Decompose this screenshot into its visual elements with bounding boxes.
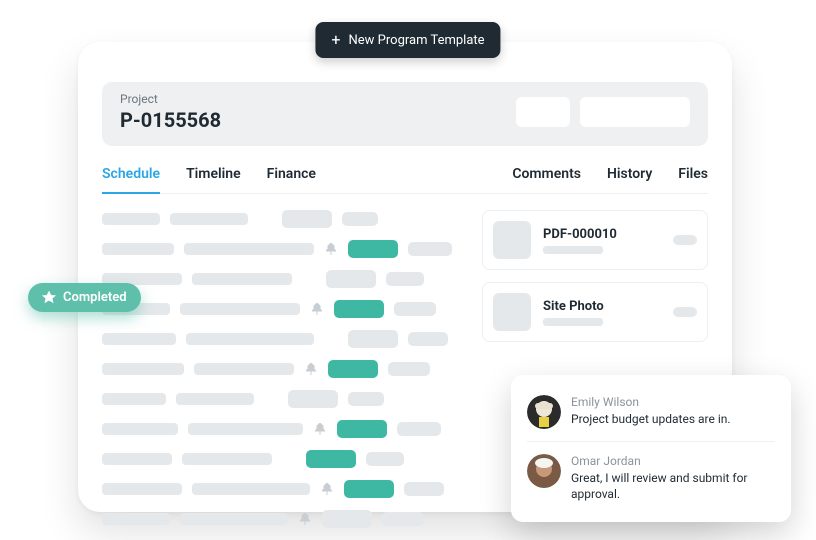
pin-icon — [298, 513, 312, 525]
cell — [186, 333, 314, 345]
cell — [102, 333, 176, 345]
status-pill — [348, 240, 398, 258]
cell — [102, 453, 172, 465]
cell — [386, 272, 424, 286]
status-pill — [326, 270, 376, 288]
pin-icon — [304, 363, 318, 375]
cell — [102, 213, 160, 225]
comment-author: Emily Wilson — [571, 395, 731, 409]
file-thumbnail — [493, 293, 531, 331]
project-id: P-0155568 — [120, 108, 221, 132]
avatar — [527, 395, 561, 429]
cell — [180, 513, 288, 525]
cell — [192, 483, 310, 495]
cell — [342, 212, 378, 226]
file-subtitle — [543, 246, 603, 254]
table-row[interactable] — [102, 510, 460, 528]
completed-badge[interactable]: Completed — [28, 283, 141, 312]
project-header: Project P-0155568 — [102, 82, 708, 146]
cell — [382, 512, 424, 526]
tab-comments[interactable]: Comments — [512, 166, 581, 193]
table-row[interactable] — [102, 420, 460, 438]
new-program-button[interactable]: + New Program Template — [315, 22, 500, 58]
table-row[interactable] — [102, 480, 460, 498]
cell — [194, 363, 294, 375]
file-card[interactable]: PDF-000010 — [482, 210, 708, 270]
file-meta — [673, 235, 697, 245]
cell — [182, 453, 272, 465]
comments-panel: Emily Wilson Project budget updates are … — [511, 375, 791, 522]
table-row[interactable] — [102, 390, 460, 408]
cell — [176, 393, 254, 405]
cell — [188, 423, 303, 435]
cell — [180, 303, 300, 315]
cell — [170, 213, 248, 225]
completed-label: Completed — [63, 290, 127, 305]
header-button-1[interactable] — [516, 97, 570, 127]
table-row[interactable] — [102, 300, 460, 318]
file-thumbnail — [493, 221, 531, 259]
tab-files[interactable]: Files — [678, 166, 708, 193]
new-program-label: New Program Template — [349, 33, 485, 48]
schedule-table — [102, 210, 460, 540]
pin-icon — [320, 483, 334, 495]
file-subtitle — [543, 318, 603, 326]
pin-icon — [310, 303, 324, 315]
cell — [184, 243, 314, 255]
cell — [408, 242, 452, 256]
cell — [366, 452, 404, 466]
cell — [102, 393, 166, 405]
table-row[interactable] — [102, 240, 460, 258]
avatar — [527, 454, 561, 488]
status-pill — [282, 210, 332, 228]
cell — [102, 513, 170, 525]
tab-history[interactable]: History — [607, 166, 652, 193]
cell — [408, 332, 448, 346]
comment-item[interactable]: Omar Jordan Great, I will review and sub… — [527, 441, 775, 508]
file-meta — [673, 307, 697, 317]
project-label: Project — [120, 92, 221, 106]
cell — [404, 482, 444, 496]
file-card[interactable]: Site Photo — [482, 282, 708, 342]
table-row[interactable] — [102, 330, 460, 348]
status-pill — [322, 510, 372, 528]
status-pill — [337, 420, 387, 438]
pin-icon — [42, 291, 56, 305]
tab-timeline[interactable]: Timeline — [186, 166, 241, 193]
cell — [102, 363, 184, 375]
cell — [102, 423, 178, 435]
table-row[interactable] — [102, 270, 460, 288]
file-title: PDF-000010 — [543, 227, 661, 242]
cell — [348, 392, 384, 406]
cell — [102, 483, 182, 495]
cell — [388, 362, 430, 376]
status-pill — [288, 390, 338, 408]
table-row[interactable] — [102, 450, 460, 468]
pin-icon — [313, 423, 327, 435]
cell — [192, 273, 292, 285]
status-pill — [344, 480, 394, 498]
status-pill — [306, 450, 356, 468]
comment-message: Project budget updates are in. — [571, 411, 731, 427]
cell — [397, 422, 441, 436]
table-row[interactable] — [102, 210, 460, 228]
cell — [394, 302, 436, 316]
status-pill — [328, 360, 378, 378]
comment-item[interactable]: Emily Wilson Project budget updates are … — [527, 389, 775, 435]
plus-icon: + — [331, 32, 340, 48]
table-row[interactable] — [102, 360, 460, 378]
status-pill — [348, 330, 398, 348]
status-pill — [334, 300, 384, 318]
tab-schedule[interactable]: Schedule — [102, 166, 160, 194]
cell — [102, 243, 174, 255]
header-button-2[interactable] — [580, 97, 690, 127]
comment-message: Great, I will review and submit for appr… — [571, 470, 775, 502]
tabs-row: Schedule Timeline Finance Comments Histo… — [102, 166, 708, 194]
file-title: Site Photo — [543, 299, 661, 314]
tab-finance[interactable]: Finance — [267, 166, 316, 193]
pin-icon — [324, 243, 338, 255]
comment-author: Omar Jordan — [571, 454, 775, 468]
